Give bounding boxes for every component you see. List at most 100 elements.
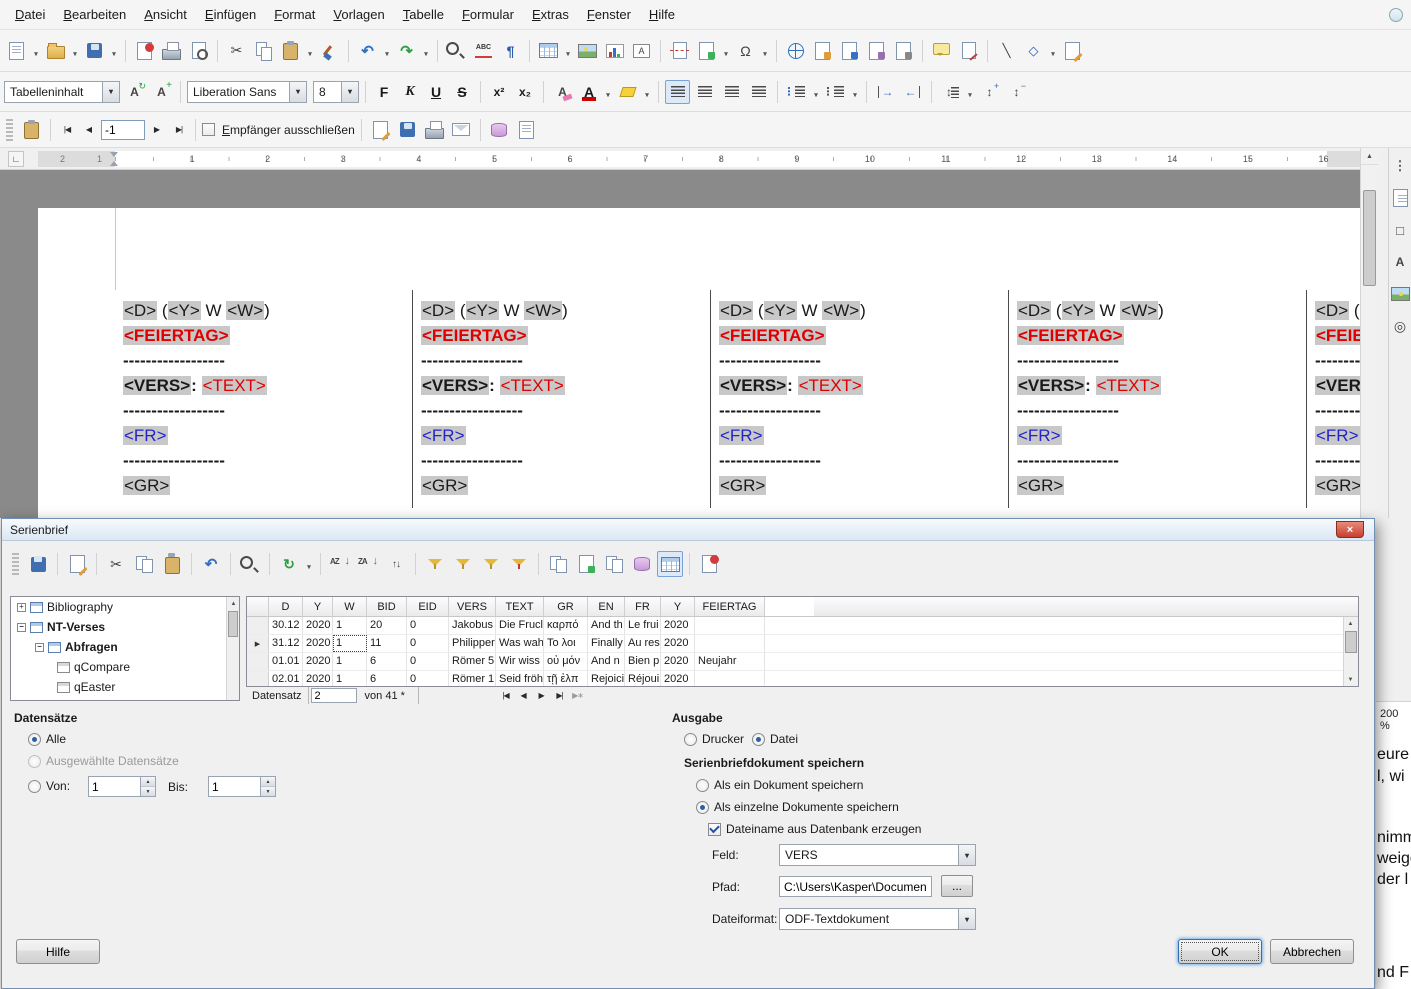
cancel-button[interactable]: Abbrechen — [1270, 939, 1354, 964]
insert-hyperlink-icon[interactable] — [783, 39, 808, 63]
table-cell[interactable]: Neujahr — [695, 653, 765, 670]
column-header[interactable]: VERS — [449, 597, 496, 616]
copy-icon[interactable] — [251, 39, 276, 63]
table-cell[interactable]: οὐ μόν — [544, 653, 588, 670]
ordered-list-icon[interactable] — [823, 80, 848, 104]
column-header[interactable]: EID — [407, 597, 449, 616]
table-cell[interactable]: τῇ ἐλπ — [544, 671, 588, 687]
align-right-icon[interactable] — [719, 80, 744, 104]
copy-icon[interactable] — [131, 551, 157, 577]
navigator-panel-icon[interactable] — [1390, 316, 1410, 336]
von-input[interactable] — [89, 777, 140, 796]
ordered-list-dropdown[interactable] — [850, 80, 860, 104]
field-text[interactable]: <TEXT> — [1096, 376, 1161, 395]
basic-shapes-dropdown[interactable] — [1048, 39, 1058, 63]
font-color-dropdown[interactable] — [603, 80, 613, 104]
undo-dropdown[interactable] — [382, 39, 392, 63]
menu-item[interactable]: Ansicht — [135, 2, 196, 27]
filename-from-db-label[interactable]: Dateiname aus Datenbank erzeugen — [726, 822, 921, 836]
tab-stop-selector[interactable] — [8, 151, 24, 167]
font-name-arrow[interactable] — [289, 82, 306, 102]
mail-merge-icon[interactable] — [601, 551, 627, 577]
spin-up-icon[interactable] — [261, 777, 275, 787]
new-document-icon[interactable] — [4, 39, 29, 63]
table-cell[interactable]: Römer 1: — [449, 671, 496, 687]
bis-input[interactable] — [209, 777, 260, 796]
increase-paragraph-spacing-icon[interactable] — [977, 80, 1002, 104]
table-cell[interactable]: 11 — [367, 635, 407, 652]
radio-single-document-label[interactable]: Als ein Dokument speichern — [714, 778, 863, 792]
last-record-button[interactable] — [551, 688, 569, 703]
field-d[interactable]: <D> — [123, 301, 157, 320]
clone-formatting-icon[interactable] — [317, 39, 342, 63]
tree-item-qcompare[interactable]: qCompare — [11, 657, 239, 677]
paragraph-style-combo[interactable]: Tabelleninhalt — [4, 81, 120, 103]
special-character-dropdown[interactable] — [760, 39, 770, 63]
merge-template-cell[interactable]: <D> (<Y> W <W>) <FEIERTAG> -------------… — [115, 290, 413, 508]
sort-ascending-icon[interactable] — [327, 551, 353, 577]
field-w[interactable]: <W> — [524, 301, 562, 320]
table-cell[interactable]: Finally — [588, 635, 625, 652]
show-draw-functions-icon[interactable] — [1060, 39, 1085, 63]
font-name-value[interactable]: Liberation Sans — [188, 85, 289, 99]
spelling-icon[interactable] — [471, 39, 496, 63]
horizontal-ruler[interactable]: 2 1 12345678910111213141516 — [0, 148, 1360, 170]
field-fr[interactable]: <FR> — [123, 426, 168, 445]
field-vers[interactable]: <VERS> — [1017, 376, 1085, 395]
table-cell[interactable]: Le frui — [625, 617, 661, 634]
field-gr[interactable]: <GR> — [1017, 476, 1064, 495]
radio-individual-documents-label[interactable]: Als einzelne Dokumente speichern — [714, 800, 899, 814]
filename-from-db-checkbox[interactable] — [708, 823, 721, 836]
feld-combo[interactable]: VERS — [779, 844, 976, 866]
column-header[interactable]: Y — [303, 597, 333, 616]
merge-template-cell[interactable]: <D> (<Y> W <W>) <FEIERTAG> -------------… — [1009, 290, 1307, 508]
table-row[interactable]: 30.1220201200JakobusDie FruclκαρπόAnd th… — [247, 617, 1358, 635]
field-vers[interactable]: <VERS> — [123, 376, 191, 395]
field-fr[interactable]: <FR> — [1017, 426, 1062, 445]
table-cell[interactable]: 2020 — [661, 635, 695, 652]
field-feiertag[interactable]: <FEIERTAG> — [1315, 326, 1360, 345]
field-fr[interactable]: <FR> — [421, 426, 466, 445]
field-fr[interactable]: <FR> — [1315, 426, 1360, 445]
explorer-on-off-icon[interactable] — [657, 551, 683, 577]
reset-filter-icon[interactable] — [506, 551, 532, 577]
table-cell[interactable]: 2020 — [303, 635, 333, 652]
vertical-scrollbar[interactable]: ▲ — [1360, 148, 1377, 518]
column-header[interactable]: BID — [367, 597, 407, 616]
row-marker[interactable] — [247, 671, 269, 687]
table-cell[interactable]: 1 — [333, 635, 367, 652]
field-feiertag[interactable]: <FEIERTAG> — [719, 326, 826, 345]
field-y[interactable]: <Y> — [168, 301, 201, 320]
column-header[interactable]: W — [333, 597, 367, 616]
field-text[interactable]: <TEXT> — [798, 376, 863, 395]
column-header[interactable]: D — [269, 597, 303, 616]
data-to-fields-icon[interactable] — [573, 551, 599, 577]
merge-template-cell[interactable]: <D> (<Y> W <W>) <FEIERTAG> -------------… — [1307, 290, 1360, 508]
menu-item[interactable]: Formular — [453, 2, 523, 27]
redo-dropdown[interactable] — [421, 39, 431, 63]
menu-item[interactable]: Bearbeiten — [54, 2, 135, 27]
close-data-source-icon[interactable] — [696, 551, 722, 577]
table-cell[interactable] — [695, 635, 765, 652]
record-number-input[interactable] — [311, 688, 357, 703]
toolbar-grip[interactable] — [6, 119, 13, 141]
help-globe-icon[interactable] — [1389, 8, 1403, 22]
exclude-recipient-checkbox[interactable] — [202, 123, 215, 136]
expand-icon[interactable] — [17, 603, 26, 612]
gallery-panel-icon[interactable] — [1390, 284, 1410, 304]
document-page[interactable]: <D> (<Y> W <W>) <FEIERTAG> -------------… — [38, 208, 1360, 518]
field-vers[interactable]: <VERS> — [719, 376, 787, 395]
table-cell[interactable]: 0 — [407, 671, 449, 687]
table-cell[interactable]: 6 — [367, 671, 407, 687]
save-dropdown[interactable] — [109, 39, 119, 63]
table-cell[interactable]: And th — [588, 617, 625, 634]
field-text[interactable]: <TEXT> — [202, 376, 267, 395]
export-pdf-icon[interactable] — [132, 39, 157, 63]
scrollbar-thumb[interactable] — [1363, 190, 1376, 286]
align-left-icon[interactable] — [665, 80, 690, 104]
table-cell[interactable]: 2020 — [303, 653, 333, 670]
insert-chart-icon[interactable] — [602, 39, 627, 63]
table-cell[interactable]: Bien p — [625, 653, 661, 670]
table-corner[interactable] — [247, 597, 269, 617]
unordered-list-dropdown[interactable] — [811, 80, 821, 104]
